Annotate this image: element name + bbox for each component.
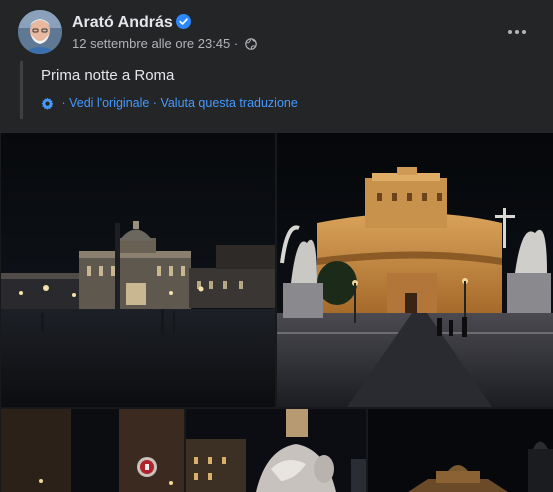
verified-badge-icon (176, 14, 191, 29)
rate-translation-link[interactable]: Valuta questa traduzione (160, 96, 297, 110)
post-text: Prima notte a Roma (41, 67, 175, 84)
more-options-icon[interactable] (502, 20, 532, 44)
translation-separator: · (149, 96, 161, 110)
photo-grid (0, 133, 553, 492)
photo-st-peters-square[interactable] (1, 133, 275, 407)
gear-icon[interactable] (41, 97, 54, 113)
author-name[interactable]: Arató András (72, 14, 173, 32)
photo-street-night[interactable] (1, 409, 184, 492)
translation-separator: · (58, 96, 70, 110)
author-avatar[interactable] (18, 10, 62, 54)
post-card: Arató András 12 settembre alle ore 23:45… (0, 0, 553, 492)
photo-castel-sant-angelo[interactable] (277, 133, 553, 407)
photo-dark-building[interactable] (368, 409, 553, 492)
post-meta: 12 settembre alle ore 23:45 · (72, 36, 257, 53)
photo-fountain-statue[interactable] (186, 409, 366, 492)
see-original-link[interactable]: Vedi l'originale (69, 96, 149, 110)
translation-bar: · Vedi l'originale · Valuta questa tradu… (41, 96, 298, 113)
meta-separator: · (230, 36, 242, 51)
quote-bar (20, 61, 23, 119)
globe-icon[interactable] (245, 38, 257, 53)
post-timestamp[interactable]: 12 settembre alle ore 23:45 (72, 36, 230, 51)
post-header: Arató András 12 settembre alle ore 23:45… (18, 10, 538, 56)
